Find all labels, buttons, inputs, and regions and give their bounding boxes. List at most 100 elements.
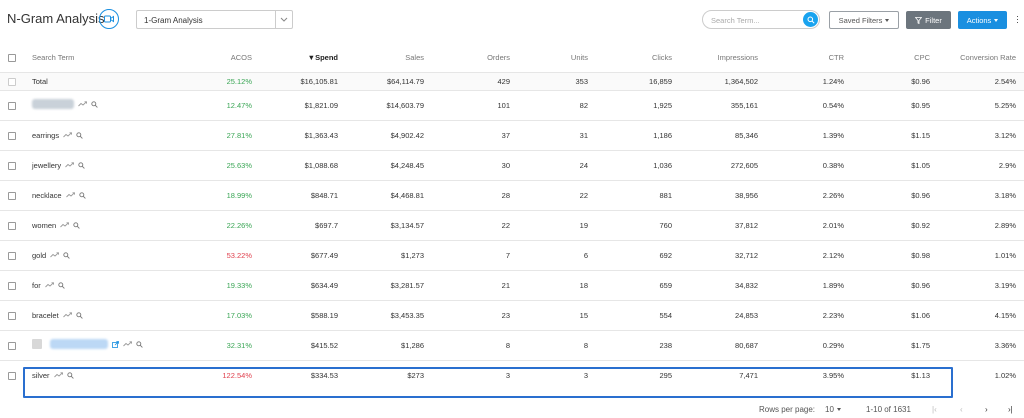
cell-clicks: 1,925 bbox=[596, 89, 680, 120]
row-checkbox-cell[interactable] bbox=[0, 209, 24, 240]
row-checkbox[interactable] bbox=[8, 131, 16, 140]
cell-sales: $4,248.45 bbox=[346, 149, 432, 180]
cell-orders: 21 bbox=[432, 269, 518, 300]
trend-chart-icon[interactable] bbox=[123, 341, 132, 347]
col-cpc[interactable]: CPC bbox=[852, 44, 938, 72]
row-checkbox[interactable] bbox=[8, 371, 16, 380]
row-checkbox-cell[interactable] bbox=[0, 239, 24, 270]
row-checkbox[interactable] bbox=[8, 101, 16, 110]
cell-cpc: $1.06 bbox=[852, 299, 938, 330]
trend-chart-icon[interactable] bbox=[65, 162, 75, 168]
row-checkbox[interactable] bbox=[8, 311, 16, 320]
col-impressions[interactable]: Impressions bbox=[680, 44, 766, 72]
cell-acos: 32.31% bbox=[174, 329, 260, 360]
trend-chart-icon[interactable] bbox=[53, 372, 63, 378]
row-checkbox[interactable] bbox=[8, 281, 16, 290]
search-icon[interactable] bbox=[136, 340, 143, 348]
saved-filters-button[interactable]: Saved Filters bbox=[829, 11, 899, 29]
table-row[interactable]: necklace 18.99% $848.71 $4,468.81 28 22 881 38,… bbox=[0, 179, 1024, 210]
redacted-product-link[interactable] bbox=[50, 339, 108, 349]
trend-chart-icon[interactable] bbox=[44, 282, 54, 288]
total-ctr: 1.24% bbox=[766, 71, 852, 90]
row-checkbox-cell[interactable] bbox=[0, 299, 24, 330]
table-row[interactable]: earrings 27.81% $1,363.43 $4,902.42 37 31 1,18… bbox=[0, 119, 1024, 150]
cell-acos: 25.63% bbox=[174, 149, 260, 180]
cell-units: 24 bbox=[518, 149, 596, 180]
row-checkbox-cell[interactable] bbox=[0, 89, 24, 120]
table-row[interactable]: 32.31% $415.52 $1,286 8 8 238 80,687 0.29% $1.75… bbox=[0, 329, 1024, 360]
search-icon[interactable] bbox=[78, 191, 86, 199]
table-row[interactable]: jewellery 25.63% $1,088.68 $4,248.45 30 24 1,0… bbox=[0, 149, 1024, 180]
next-page-icon[interactable]: › bbox=[985, 405, 988, 414]
search-icon[interactable] bbox=[63, 251, 70, 259]
cell-ctr: 0.54% bbox=[766, 89, 852, 120]
trend-chart-icon[interactable] bbox=[65, 192, 75, 198]
row-checkbox[interactable] bbox=[8, 161, 16, 170]
table-row[interactable]: for 19.33% $634.49 $3,281.57 21 18 659 34,832 1.… bbox=[0, 269, 1024, 300]
table-row[interactable]: gold 53.22% $677.49 $1,273 7 6 692 32,712 2.12% $… bbox=[0, 239, 1024, 270]
row-checkbox[interactable] bbox=[8, 221, 16, 230]
search-icon[interactable] bbox=[58, 281, 65, 289]
col-spend[interactable]: ▼Spend bbox=[260, 44, 346, 72]
total-clicks: 16,859 bbox=[596, 71, 680, 90]
row-checkbox[interactable] bbox=[8, 341, 16, 350]
cell-clicks: 1,186 bbox=[596, 119, 680, 150]
row-checkbox-cell[interactable] bbox=[0, 269, 24, 300]
external-link-icon[interactable] bbox=[112, 340, 119, 348]
col-units[interactable]: Units bbox=[518, 44, 596, 72]
cell-orders: 8 bbox=[432, 329, 518, 360]
table-row[interactable]: bracelet 17.03% $588.19 $3,453.35 23 15 554 24,… bbox=[0, 299, 1024, 330]
last-page-icon[interactable]: ›| bbox=[1008, 405, 1013, 414]
col-acos[interactable]: ACOS bbox=[174, 44, 260, 72]
table-row[interactable]: silver 122.54% $334.53 $273 3 3 295 7,471 3.95% $… bbox=[0, 359, 1024, 390]
col-search-term[interactable]: Search Term bbox=[24, 44, 174, 72]
search-icon[interactable] bbox=[66, 372, 74, 379]
prev-page-icon[interactable]: ‹ bbox=[960, 405, 963, 414]
actions-button[interactable]: Actions bbox=[958, 11, 1007, 29]
row-checkbox-cell[interactable] bbox=[0, 179, 24, 210]
trend-chart-icon[interactable] bbox=[62, 312, 72, 318]
table-row[interactable]: 12.47% $1,821.09 $14,603.79 101 82 1,925 355,1… bbox=[0, 89, 1024, 120]
cell-units: 82 bbox=[518, 89, 596, 120]
cell-sales: $14,603.79 bbox=[346, 89, 432, 120]
rows-per-page-select[interactable]: 10 bbox=[825, 405, 841, 414]
search-button[interactable] bbox=[803, 12, 818, 27]
table-row[interactable]: women 22.26% $697.7 $3,134.57 22 19 760 37,812 2… bbox=[0, 209, 1024, 240]
trend-chart-icon[interactable] bbox=[63, 132, 73, 138]
search-icon[interactable] bbox=[73, 221, 80, 229]
row-checkbox-cell[interactable] bbox=[0, 149, 24, 180]
select-all-checkbox[interactable] bbox=[8, 54, 16, 63]
col-ctr[interactable]: CTR bbox=[766, 44, 852, 72]
col-clicks[interactable]: Clicks bbox=[596, 44, 680, 72]
cell-clicks: 659 bbox=[596, 269, 680, 300]
search-icon[interactable] bbox=[76, 311, 83, 319]
row-checkbox-cell[interactable] bbox=[0, 119, 24, 150]
search-icon[interactable] bbox=[78, 161, 85, 169]
more-options-icon[interactable]: · · · bbox=[1016, 12, 1019, 27]
filter-button[interactable]: Filter bbox=[906, 11, 951, 29]
search-icon[interactable] bbox=[76, 131, 83, 139]
trend-chart-icon[interactable] bbox=[78, 101, 87, 107]
trend-chart-icon[interactable] bbox=[50, 252, 60, 258]
cell-spend: $634.49 bbox=[260, 269, 346, 300]
video-tutorial-button[interactable] bbox=[99, 9, 119, 29]
chevron-down-icon bbox=[275, 11, 292, 28]
select-all-checkbox-cell[interactable] bbox=[0, 44, 24, 72]
col-conversion-rate[interactable]: Conversion Rate bbox=[938, 44, 1024, 72]
row-checkbox-cell[interactable] bbox=[0, 359, 24, 390]
trend-chart-icon[interactable] bbox=[60, 222, 70, 228]
search-icon[interactable] bbox=[91, 100, 98, 108]
col-orders[interactable]: Orders bbox=[432, 44, 518, 72]
cell-orders: 3 bbox=[432, 359, 518, 390]
row-checkbox[interactable] bbox=[8, 251, 16, 260]
cell-sales: $1,286 bbox=[346, 329, 432, 360]
first-page-icon[interactable]: |‹ bbox=[932, 405, 937, 414]
cell-sales: $3,453.35 bbox=[346, 299, 432, 330]
cell-spend: $1,088.68 bbox=[260, 149, 346, 180]
gram-type-select[interactable]: 1-Gram Analysis bbox=[136, 10, 293, 29]
col-sales[interactable]: Sales bbox=[346, 44, 432, 72]
row-checkbox[interactable] bbox=[8, 191, 16, 200]
row-checkbox-cell[interactable] bbox=[0, 329, 24, 360]
cell-units: 22 bbox=[518, 179, 596, 210]
search-term-input[interactable]: Search Term... bbox=[702, 10, 820, 29]
